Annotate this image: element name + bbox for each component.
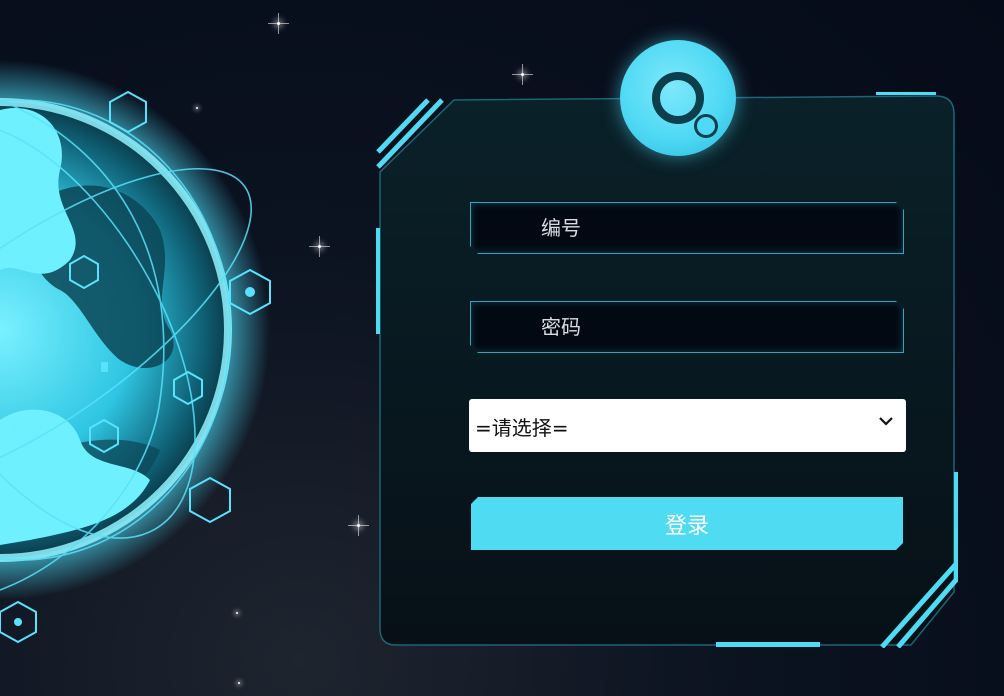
login-button[interactable]: 登录 (471, 497, 903, 550)
password-field-wrapper (470, 301, 904, 353)
role-select-value: =请选择= (475, 416, 569, 440)
logo-ring-icon (652, 72, 704, 124)
chevron-down-icon (879, 417, 893, 426)
role-select[interactable]: =请选择= (469, 399, 906, 452)
login-panel-frame (376, 92, 958, 648)
app-logo (620, 40, 736, 156)
logo-dot-icon (694, 114, 718, 138)
star-decoration (512, 64, 533, 85)
id-field-wrapper (470, 202, 904, 254)
globe-illustration (0, 60, 271, 644)
password-input[interactable] (471, 302, 903, 352)
id-input[interactable] (471, 203, 903, 253)
